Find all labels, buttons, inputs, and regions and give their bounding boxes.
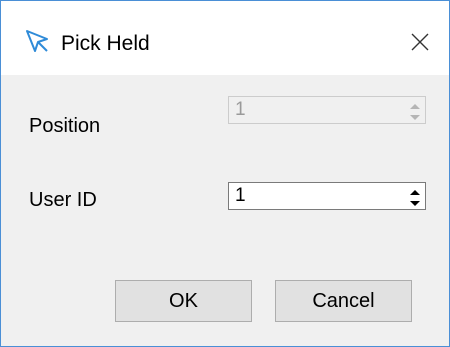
cancel-button[interactable]: Cancel xyxy=(275,280,412,322)
position-spinbox[interactable]: 1 xyxy=(228,96,426,124)
close-icon xyxy=(411,33,429,51)
position-spin-arrows xyxy=(407,99,423,121)
position-spin-down-button[interactable] xyxy=(407,110,423,121)
chevron-down-icon xyxy=(410,115,420,120)
position-spin-up-button[interactable] xyxy=(407,99,423,110)
user-id-label: User ID xyxy=(29,189,97,211)
user-id-spin-arrows xyxy=(407,185,423,207)
window-title: Pick Held xyxy=(61,32,150,55)
user-id-spinbox[interactable]: 1 xyxy=(228,182,426,210)
position-label: Position xyxy=(29,115,101,137)
pick-held-dialog: Pick Held Position 1 User ID 1 OK Cancel xyxy=(0,0,450,347)
chevron-down-icon xyxy=(410,201,420,206)
user-id-spin-down-button[interactable] xyxy=(407,196,423,207)
close-button[interactable] xyxy=(397,25,443,59)
position-value: 1 xyxy=(235,99,246,120)
user-id-value: 1 xyxy=(235,185,246,206)
ok-button[interactable]: OK xyxy=(115,280,252,322)
cursor-arrow-icon xyxy=(25,29,51,55)
user-id-spin-up-button[interactable] xyxy=(407,185,423,196)
title-bar: Pick Held xyxy=(1,1,449,75)
